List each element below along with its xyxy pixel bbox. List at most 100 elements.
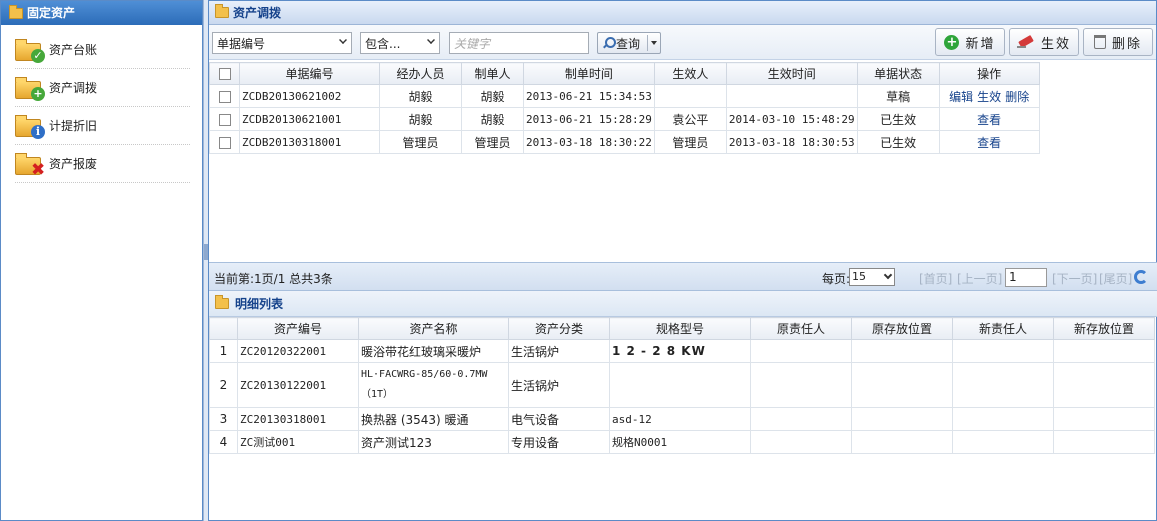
cell-new-loc xyxy=(1053,339,1155,363)
cell-name: HL·FACWRG-85/60-0.7MW （1T） xyxy=(358,362,509,408)
cell-old-owner xyxy=(750,339,852,363)
col-header[interactable]: 原存放位置 xyxy=(851,317,953,340)
folder-icon xyxy=(9,4,23,19)
keyword-input[interactable]: 关键字 xyxy=(449,32,589,54)
cell-code: ZC测试001 xyxy=(237,430,359,454)
next-page-link[interactable]: [下一页] xyxy=(1052,270,1097,287)
pager: 当前第:1页/1 总共3条 每页: 15 [首页] [上一页] 1 [下一页] … xyxy=(209,262,1157,291)
add-button[interactable]: + 新增 xyxy=(935,28,1005,56)
sidebar-item-depreciation[interactable]: i 计提折旧 xyxy=(15,107,190,145)
sidebar-item-label: 计提折旧 xyxy=(49,119,98,133)
cell-handler: 管理员 xyxy=(379,130,462,154)
col-header[interactable]: 资产名称 xyxy=(358,317,509,340)
folder-check-icon: ✓ xyxy=(15,38,45,63)
query-label: 查询 xyxy=(616,36,641,51)
col-header[interactable]: 生效人 xyxy=(653,62,727,85)
effect-link[interactable]: 生效 xyxy=(977,90,1001,104)
table-row[interactable]: 4 ZC测试001 资产测试123 专用设备 规格N0001 xyxy=(209,430,1155,454)
col-header[interactable]: 制单时间 xyxy=(523,62,655,85)
table-header-row: 单据编号 经办人员 制单人 制单时间 生效人 生效时间 单据状态 操作 xyxy=(209,62,1090,85)
sidebar-item-asset-ledger[interactable]: ✓ 资产台账 xyxy=(15,31,190,69)
table-row[interactable]: 3 ZC20130318001 换热器 (3543) 暖通 电气设备 asd-1… xyxy=(209,407,1155,431)
col-header[interactable]: 生效时间 xyxy=(725,62,858,85)
table-row[interactable]: 1 ZC20120322001 暖浴带花红玻璃采暖炉 生活锅炉 1 2 - 2 … xyxy=(209,339,1155,363)
sidebar-item-label: 资产台账 xyxy=(49,43,98,57)
row-number: 1 xyxy=(209,339,238,363)
col-header[interactable]: 新责任人 xyxy=(952,317,1054,340)
row-checkbox[interactable] xyxy=(209,84,240,108)
transfer-table: 单据编号 经办人员 制单人 制单时间 生效人 生效时间 单据状态 操作 ZCDB… xyxy=(209,62,1090,154)
cell-old-owner xyxy=(750,362,852,408)
refresh-icon[interactable] xyxy=(1134,270,1148,284)
table-row[interactable]: ZCDB20130318001 管理员 管理员 2013-03-18 18:30… xyxy=(209,130,1090,154)
sidebar-title: 固定资产 xyxy=(27,6,76,20)
cell-actions: 编辑 生效 删除 xyxy=(938,84,1040,108)
col-header[interactable]: 经办人员 xyxy=(379,62,462,85)
sidebar-item-label: 资产调拨 xyxy=(49,81,98,95)
chevron-down-icon xyxy=(427,36,435,44)
chevron-down-icon xyxy=(883,270,893,280)
cell-effector xyxy=(653,84,727,108)
cell-old-loc xyxy=(851,362,953,408)
pager-info: 当前第:1页/1 总共3条 xyxy=(214,272,333,286)
cell-category: 电气设备 xyxy=(508,407,610,431)
keyword-placeholder: 关键字 xyxy=(454,36,491,51)
table-row[interactable]: 2 ZC20130122001 HL·FACWRG-85/60-0.7MW （1… xyxy=(209,362,1155,408)
cell-actions: 查看 xyxy=(938,130,1040,154)
operator-select[interactable]: 包含... xyxy=(360,32,440,54)
panel-title: 资产调拨 xyxy=(233,5,282,20)
cell-status: 已生效 xyxy=(856,130,940,154)
page-size-value: 15 xyxy=(852,270,866,283)
cell-name: 暖浴带花红玻璃采暖炉 xyxy=(358,339,509,363)
caret-down-icon[interactable] xyxy=(651,41,657,45)
last-page-link[interactable]: [尾页] xyxy=(1099,270,1132,287)
col-header[interactable]: 资产编号 xyxy=(237,317,359,340)
cell-spec xyxy=(609,362,751,408)
cell-effect-at: 2013-03-18 18:30:53 xyxy=(725,130,858,154)
col-header[interactable]: 制单人 xyxy=(461,62,524,85)
row-number: 3 xyxy=(209,407,238,431)
effect-button[interactable]: 生效 xyxy=(1009,28,1079,56)
delete-link[interactable]: 删除 xyxy=(1005,90,1029,104)
col-header[interactable]: 单据状态 xyxy=(856,62,940,85)
table-row[interactable]: ZCDB20130621001 胡毅 胡毅 2013-06-21 15:28:2… xyxy=(209,107,1090,131)
select-all-checkbox[interactable] xyxy=(209,62,240,85)
page-number-input[interactable]: 1 xyxy=(1005,268,1047,287)
detail-header: 明细列表 xyxy=(209,291,1157,317)
field-select[interactable]: 单据编号 xyxy=(212,32,352,54)
col-header[interactable]: 操作 xyxy=(938,62,1040,85)
cell-new-loc xyxy=(1053,407,1155,431)
sidebar-item-asset-transfer[interactable]: + 资产调拨 xyxy=(15,69,190,107)
folder-delete-icon: ✖ xyxy=(15,152,45,178)
cell-effector: 袁公平 xyxy=(653,107,727,131)
cell-no: ZCDB20130621001 xyxy=(239,107,380,131)
col-header[interactable]: 规格型号 xyxy=(609,317,751,340)
delete-label: 删除 xyxy=(1111,36,1142,52)
table-row[interactable]: ZCDB20130621002 胡毅 胡毅 2013-06-21 15:34:5… xyxy=(209,84,1090,108)
sidebar-item-asset-scrap[interactable]: ✖ 资产报废 xyxy=(15,145,190,183)
page-size-select[interactable]: 15 xyxy=(849,268,895,286)
edit-link[interactable]: 编辑 xyxy=(949,90,973,104)
sidebar-menu: ✓ 资产台账 + 资产调拨 i 计提折旧 ✖ 资产报废 xyxy=(1,25,202,183)
cell-category: 专用设备 xyxy=(508,430,610,454)
delete-button[interactable]: 删除 xyxy=(1083,28,1153,56)
view-link[interactable]: 查看 xyxy=(977,136,1001,150)
chevron-down-icon xyxy=(339,36,347,44)
folder-icon xyxy=(215,4,229,18)
row-checkbox[interactable] xyxy=(209,130,240,154)
first-page-link[interactable]: [首页] xyxy=(919,270,952,287)
prev-page-link[interactable]: [上一页] xyxy=(957,270,1002,287)
operator-select-value: 包含... xyxy=(365,36,401,51)
col-header[interactable]: 单据编号 xyxy=(239,62,380,85)
detail-title: 明细列表 xyxy=(235,297,284,311)
col-header[interactable]: 新存放位置 xyxy=(1053,317,1155,340)
query-button[interactable]: 查询 xyxy=(597,32,661,54)
view-link[interactable]: 查看 xyxy=(977,113,1001,127)
cell-handler: 胡毅 xyxy=(379,84,462,108)
col-header[interactable]: 资产分类 xyxy=(508,317,610,340)
col-header[interactable]: 原责任人 xyxy=(750,317,852,340)
row-checkbox[interactable] xyxy=(209,107,240,131)
cell-effect-at xyxy=(725,84,858,108)
folder-add-icon: + xyxy=(15,76,45,101)
cell-made-at: 2013-06-21 15:34:53 xyxy=(523,84,655,108)
